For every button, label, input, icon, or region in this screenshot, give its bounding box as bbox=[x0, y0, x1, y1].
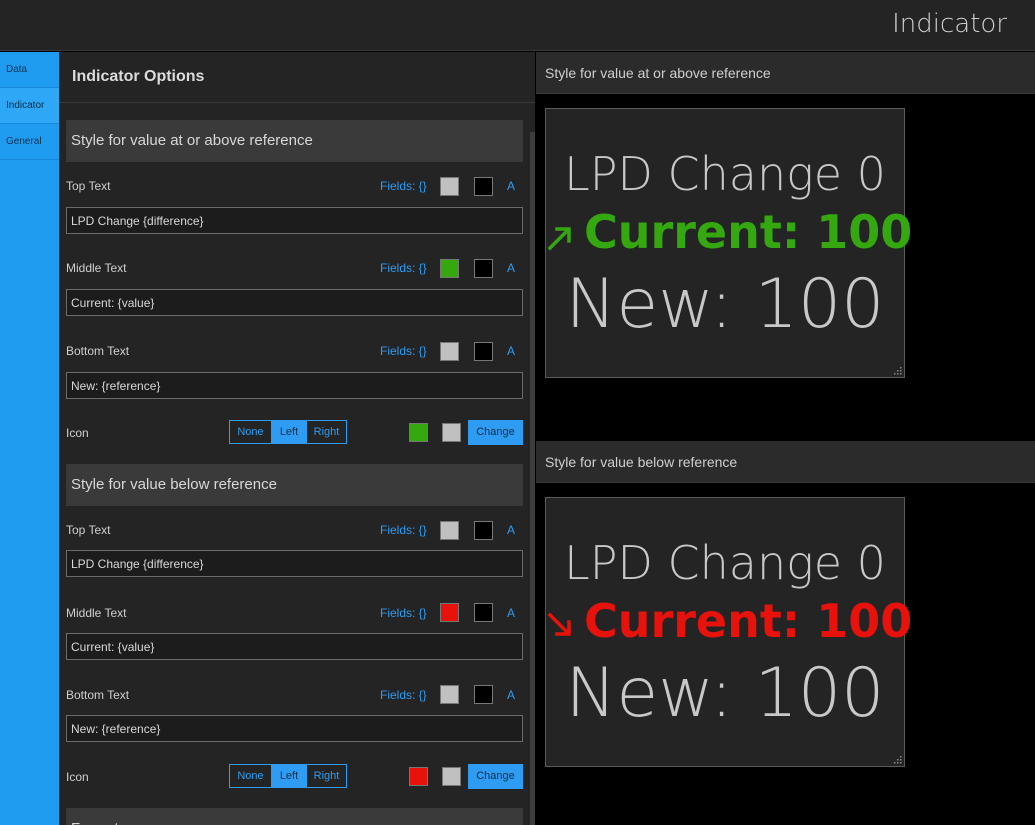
bottom-text-fields-link[interactable]: Fields: {} bbox=[380, 688, 427, 702]
indicator-middle-text: Current: 100 bbox=[584, 594, 913, 648]
icon-left-option[interactable]: Left bbox=[272, 764, 306, 788]
section-format-header: Format bbox=[66, 808, 523, 825]
indicator-bottom-text: New: 100 bbox=[565, 265, 885, 344]
middle-text-label: Middle Text bbox=[66, 606, 127, 620]
icon-right-option[interactable]: Right bbox=[306, 764, 347, 788]
arrow-down-right-icon bbox=[546, 598, 576, 652]
indicator-top-text: LPD Change 0 bbox=[564, 147, 886, 201]
bottom-text-font-button[interactable]: A bbox=[507, 344, 515, 358]
middle-text-fields-link[interactable]: Fields: {} bbox=[380, 261, 427, 275]
icon-none-option[interactable]: None bbox=[229, 420, 272, 444]
middle-text-color-swatch[interactable] bbox=[440, 603, 459, 622]
middle-text-background-swatch[interactable] bbox=[474, 259, 493, 278]
arrow-up-right-icon bbox=[546, 209, 576, 263]
bottom-text-color-swatch[interactable] bbox=[440, 342, 459, 361]
top-text-background-swatch[interactable] bbox=[474, 177, 493, 196]
bottom-text-label: Bottom Text bbox=[66, 688, 130, 702]
nav-item-general[interactable]: General bbox=[0, 124, 59, 160]
top-text-label: Top Text bbox=[66, 179, 111, 193]
middle-text-fields-link[interactable]: Fields: {} bbox=[380, 606, 427, 620]
top-text-fields-link[interactable]: Fields: {} bbox=[380, 523, 427, 537]
icon-color-swatch[interactable] bbox=[409, 423, 428, 442]
change-icon-button[interactable]: Change bbox=[468, 764, 523, 789]
bottom-text-label: Bottom Text bbox=[66, 344, 130, 358]
bottom-text-input[interactable] bbox=[66, 372, 523, 399]
preview-above-title: Style for value at or above reference bbox=[536, 52, 1035, 94]
resize-grip-icon[interactable] bbox=[892, 365, 902, 375]
middle-text-input[interactable] bbox=[66, 633, 523, 660]
bottom-text-input[interactable] bbox=[66, 715, 523, 742]
resize-grip-icon[interactable] bbox=[892, 754, 902, 764]
indicator-options-panel: Indicator Options Style for value at or … bbox=[59, 52, 535, 825]
icon-label: Icon bbox=[66, 770, 89, 784]
middle-text-color-swatch[interactable] bbox=[440, 259, 459, 278]
options-scrollbar[interactable] bbox=[530, 132, 535, 825]
options-title: Indicator Options bbox=[59, 52, 535, 103]
top-text-label: Top Text bbox=[66, 523, 111, 537]
icon-left-option[interactable]: Left bbox=[272, 420, 306, 444]
bottom-text-fields-link[interactable]: Fields: {} bbox=[380, 344, 427, 358]
indicator-middle-line: Current: 100 bbox=[546, 205, 912, 263]
side-nav: Data Indicator General bbox=[0, 52, 59, 825]
middle-text-input[interactable] bbox=[66, 289, 523, 316]
app-header: Indicator bbox=[0, 0, 1035, 51]
top-text-color-swatch[interactable] bbox=[440, 521, 459, 540]
nav-item-data[interactable]: Data bbox=[0, 52, 59, 88]
middle-text-label: Middle Text bbox=[66, 261, 127, 275]
top-text-font-button[interactable]: A bbox=[507, 179, 515, 193]
section-above-reference-header: Style for value at or above reference bbox=[66, 120, 523, 162]
indicator-middle-line: Current: 100 bbox=[546, 594, 912, 652]
middle-text-font-button[interactable]: A bbox=[507, 606, 515, 620]
icon-background-swatch[interactable] bbox=[442, 767, 461, 786]
preview-below-title: Style for value below reference bbox=[536, 441, 1035, 483]
preview-below-reference: Style for value below reference LPD Chan… bbox=[536, 441, 1035, 825]
top-text-background-swatch[interactable] bbox=[474, 521, 493, 540]
icon-label: Icon bbox=[66, 426, 89, 440]
nav-item-indicator[interactable]: Indicator bbox=[0, 88, 59, 124]
indicator-card: LPD Change 0 Current: 100 New: 100 bbox=[545, 108, 912, 378]
icon-background-swatch[interactable] bbox=[442, 423, 461, 442]
middle-text-background-swatch[interactable] bbox=[474, 603, 493, 622]
middle-text-font-button[interactable]: A bbox=[507, 261, 515, 275]
indicator-middle-text: Current: 100 bbox=[584, 205, 913, 259]
bottom-text-color-swatch[interactable] bbox=[440, 685, 459, 704]
top-text-input[interactable] bbox=[66, 550, 523, 577]
bottom-text-background-swatch[interactable] bbox=[474, 685, 493, 704]
app-title: Indicator bbox=[892, 9, 1007, 39]
top-text-font-button[interactable]: A bbox=[507, 523, 515, 537]
indicator-bottom-text: New: 100 bbox=[565, 654, 885, 733]
icon-color-swatch[interactable] bbox=[409, 767, 428, 786]
indicator-card: LPD Change 0 Current: 100 New: 100 bbox=[545, 497, 912, 767]
section-below-reference-header: Style for value below reference bbox=[66, 464, 523, 506]
bottom-text-font-button[interactable]: A bbox=[507, 688, 515, 702]
top-text-fields-link[interactable]: Fields: {} bbox=[380, 179, 427, 193]
top-text-input[interactable] bbox=[66, 207, 523, 234]
icon-none-option[interactable]: None bbox=[229, 764, 272, 788]
indicator-top-text: LPD Change 0 bbox=[564, 536, 886, 590]
change-icon-button[interactable]: Change bbox=[468, 420, 523, 445]
icon-right-option[interactable]: Right bbox=[306, 420, 347, 444]
top-text-color-swatch[interactable] bbox=[440, 177, 459, 196]
bottom-text-background-swatch[interactable] bbox=[474, 342, 493, 361]
preview-above-reference: Style for value at or above reference LP… bbox=[536, 52, 1035, 440]
